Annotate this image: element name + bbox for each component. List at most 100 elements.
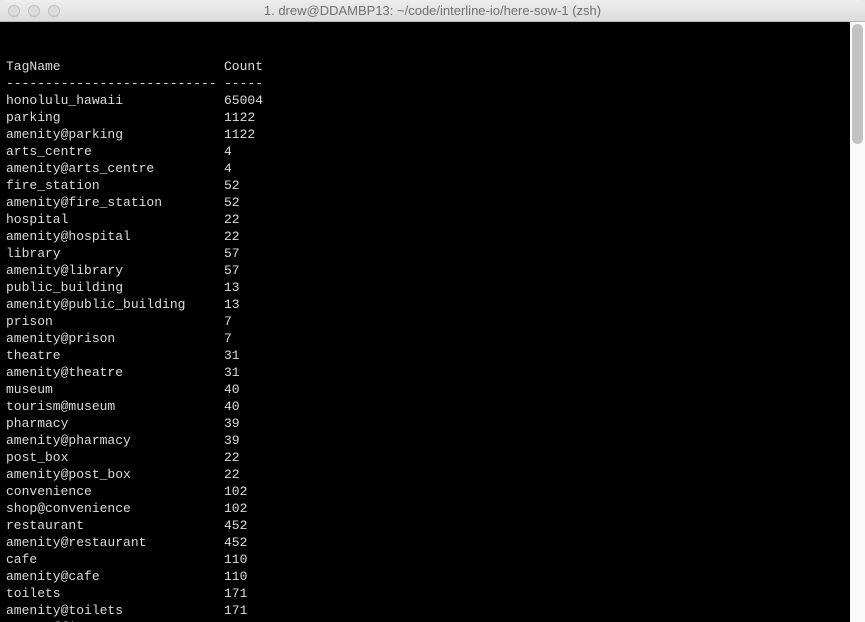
count-cell: 452 [224,534,859,551]
table-row: fire_station52 [6,177,859,194]
tag-cell: amenity@toilets [6,602,224,619]
tag-cell: honolulu_hawaii [6,92,224,109]
tag-cell: museum [6,381,224,398]
table-row: amenity@parking1122 [6,126,859,143]
count-cell: 31 [224,364,859,381]
tag-cell: shop@convenience [6,500,224,517]
table-row: museum40 [6,381,859,398]
count-cell: 57 [224,245,859,262]
table-separator: -------------------------------- [6,75,859,92]
count-cell: 171 [224,602,859,619]
tag-cell: amenity@hospital [6,228,224,245]
tag-cell: post_box [6,449,224,466]
tag-cell: TagName [6,58,224,75]
tag-cell: convenience [6,483,224,500]
table-row: parking1122 [6,109,859,126]
table-row: amenity@hospital22 [6,228,859,245]
close-button[interactable] [8,5,20,17]
tag-cell: amenity@fire_station [6,194,224,211]
count-cell: 110 [224,551,859,568]
minimize-button[interactable] [28,5,40,17]
table-row: pharmacy39 [6,415,859,432]
table-row: convenience102 [6,483,859,500]
tag-cell: amenity@restaurant [6,534,224,551]
tag-cell: amenity@pharmacy [6,432,224,449]
count-cell: ----- [224,75,859,92]
tag-cell: amenity@public_building [6,296,224,313]
window-title: 1. drew@DDAMBP13: ~/code/interline-io/he… [0,3,865,18]
count-cell: 40 [224,381,859,398]
table-row: amenity@public_building13 [6,296,859,313]
count-cell: 65004 [224,92,859,109]
terminal-window: 1. drew@DDAMBP13: ~/code/interline-io/he… [0,0,865,622]
table-row: amenity@pharmacy39 [6,432,859,449]
count-cell: 13 [224,296,859,313]
count-cell: 22 [224,228,859,245]
count-cell: 22 [224,449,859,466]
count-cell: 1122 [224,126,859,143]
table-row: hospital22 [6,211,859,228]
count-cell: 4 [224,160,859,177]
table-row: amenity@theatre31 [6,364,859,381]
table-row: amenity@toilets171 [6,602,859,619]
tag-cell: theatre [6,347,224,364]
tag-cell: pharmacy [6,415,224,432]
count-cell: 452 [224,517,859,534]
count-cell: 13 [224,279,859,296]
count-cell: 110 [224,568,859,585]
tag-cell: fire_station [6,177,224,194]
count-cell: 171 [224,585,859,602]
tag-cell: amenity@arts_centre [6,160,224,177]
titlebar[interactable]: 1. drew@DDAMBP13: ~/code/interline-io/he… [0,0,865,22]
tag-cell: hospital [6,211,224,228]
table-row: amenity@cafe110 [6,568,859,585]
tag-cell: prison [6,313,224,330]
count-cell: 57 [224,262,859,279]
tag-cell: library [6,245,224,262]
table-row: toilets171 [6,585,859,602]
tag-cell: amenity@library [6,262,224,279]
table-row: amenity@restaurant452 [6,534,859,551]
tag-cell: amenity@prison [6,330,224,347]
table-row: shop@convenience102 [6,500,859,517]
table-header: TagNameCount [6,58,859,75]
terminal-output[interactable]: TagNameCount----------------------------… [0,22,865,622]
tag-cell: amenity@post_box [6,466,224,483]
tag-cell: restaurant [6,517,224,534]
table-row: amenity@post_box22 [6,466,859,483]
maximize-button[interactable] [48,5,60,17]
table-row: library57 [6,245,859,262]
table-row: restaurant452 [6,517,859,534]
count-cell: 102 [224,500,859,517]
count-cell: 22 [224,211,859,228]
table-row: amenity@arts_centre4 [6,160,859,177]
table-row: amenity@library57 [6,262,859,279]
tag-cell: --------------------------- [6,75,224,92]
table-row: post_box22 [6,449,859,466]
tag-cell: toilets [6,585,224,602]
count-cell: 39 [224,415,859,432]
tag-cell: amenity@cafe [6,568,224,585]
tag-cell: parking [6,109,224,126]
table-row: arts_centre4 [6,143,859,160]
count-cell: 40 [224,398,859,415]
count-cell: 31 [224,347,859,364]
count-cell: 7 [224,330,859,347]
count-cell: 1122 [224,109,859,126]
count-cell: 52 [224,177,859,194]
count-cell: 102 [224,483,859,500]
table-row: prison7 [6,313,859,330]
scrollbar-thumb[interactable] [852,24,863,144]
tag-cell: public_building [6,279,224,296]
tag-cell: amenity@parking [6,126,224,143]
table-row: theatre31 [6,347,859,364]
table-row: honolulu_hawaii65004 [6,92,859,109]
count-cell: 7 [224,313,859,330]
scrollbar-track[interactable] [850,22,865,622]
table-row: tourism@museum40 [6,398,859,415]
table-row: cafe110 [6,551,859,568]
tag-cell: cafe [6,551,224,568]
traffic-lights [0,5,60,17]
count-cell: 52 [224,194,859,211]
table-row: public_building13 [6,279,859,296]
